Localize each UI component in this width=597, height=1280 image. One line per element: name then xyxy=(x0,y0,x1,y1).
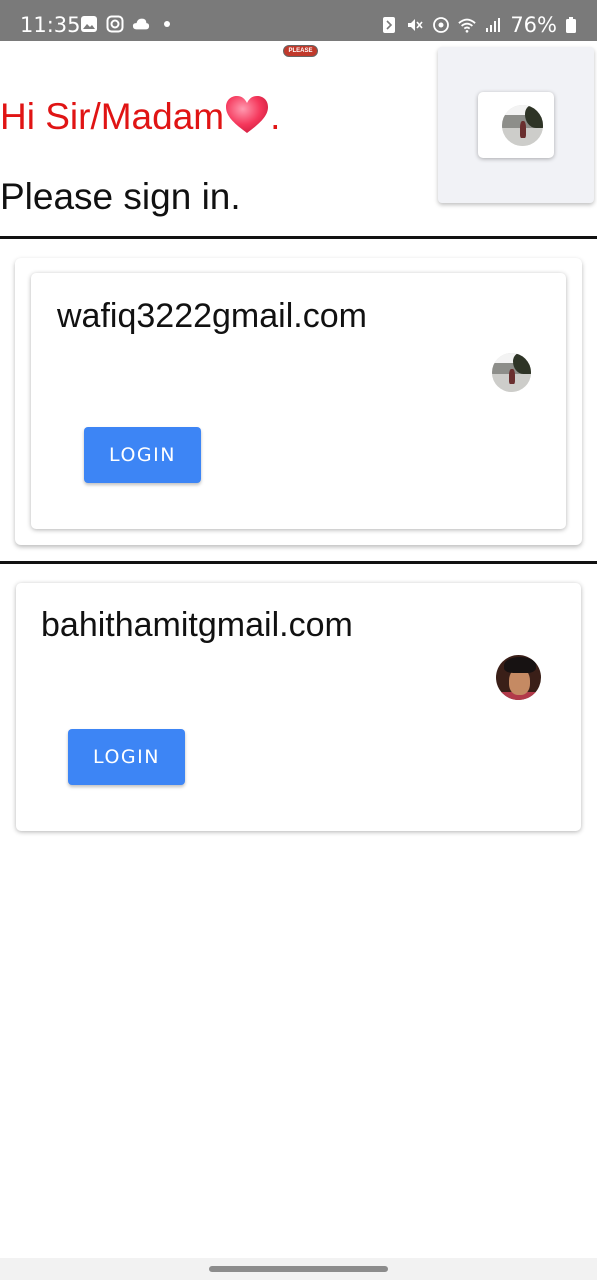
account-avatar xyxy=(492,353,531,392)
sign-in-page: PLEASE Hi Sir/Madam. Please sign in. waf… xyxy=(0,41,597,1280)
mute-icon xyxy=(408,19,423,31)
account-avatar xyxy=(496,655,541,700)
wifi-icon xyxy=(458,18,477,33)
nfc-icon xyxy=(383,17,396,33)
account-card: bahithamitgmail.com LOGIN xyxy=(16,583,581,831)
battery-percent: 76% xyxy=(510,13,557,37)
navigation-bar xyxy=(0,1258,597,1280)
home-gesture-handle[interactable] xyxy=(209,1266,388,1272)
account-card: wafiq3222gmail.com LOGIN xyxy=(31,273,566,529)
divider xyxy=(0,236,597,239)
dot-icon xyxy=(164,21,170,27)
greeting-heading: Hi Sir/Madam. xyxy=(0,95,280,138)
account-email: wafiq3222gmail.com xyxy=(57,297,367,335)
system-icons: 76% xyxy=(380,13,577,37)
login-button[interactable]: LOGIN xyxy=(68,729,185,785)
current-user-avatar xyxy=(502,105,543,146)
sign-in-heading: Please sign in. xyxy=(0,176,241,217)
login-button[interactable]: LOGIN xyxy=(84,427,201,483)
cloud-icon xyxy=(132,18,150,30)
status-bar: 11:35 76% xyxy=(0,0,597,41)
greeting-period: . xyxy=(270,96,281,137)
instagram-icon xyxy=(106,15,124,33)
notification-icons xyxy=(80,15,176,33)
account-email: bahithamitgmail.com xyxy=(41,606,353,644)
divider xyxy=(0,561,597,564)
app-logo: PLEASE xyxy=(283,45,318,57)
gallery-icon xyxy=(81,16,97,32)
heart-icon xyxy=(226,96,269,133)
profile-panel[interactable] xyxy=(438,47,594,203)
status-time: 11:35 xyxy=(20,13,81,37)
signal-icon xyxy=(486,18,501,32)
profile-chip[interactable] xyxy=(478,92,554,158)
greeting-text: Hi Sir/Madam xyxy=(0,96,225,137)
hotspot-icon xyxy=(433,17,450,33)
battery-icon xyxy=(566,17,576,33)
